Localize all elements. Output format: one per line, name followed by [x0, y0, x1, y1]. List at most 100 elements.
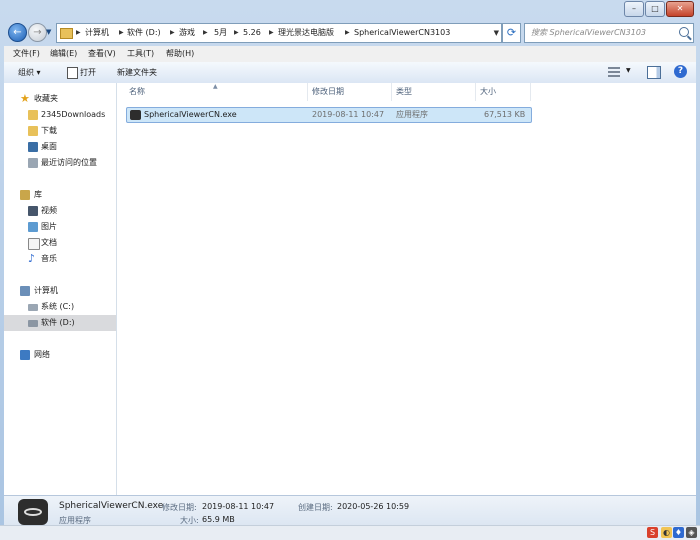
- menu-file[interactable]: 文件(F): [8, 46, 45, 62]
- details-created-value: 2020-05-26 10:59: [337, 502, 410, 511]
- sidebar-label: 2345Downloads: [41, 110, 106, 119]
- sidebar-item-drive-c[interactable]: 系统 (C:): [4, 299, 116, 315]
- sidebar-favorites[interactable]: ★ 收藏夹: [4, 91, 116, 107]
- music-icon: ♪: [28, 252, 36, 265]
- search-icon[interactable]: [679, 27, 689, 37]
- details-filename: SphericalViewerCN.exe: [59, 501, 164, 511]
- sidebar-item-music[interactable]: ♪ 音乐: [4, 251, 116, 267]
- organize-button[interactable]: 组织 ▾: [18, 62, 41, 83]
- drive-icon: [28, 304, 38, 311]
- breadcrumb-drive-d[interactable]: 软件 (D:): [127, 24, 161, 42]
- search-input[interactable]: 搜索 SphericalViewerCN3103: [531, 24, 646, 42]
- maximize-button[interactable]: □: [645, 1, 665, 17]
- sidebar-computer[interactable]: 计算机: [4, 283, 116, 299]
- download-folder-icon: [28, 126, 38, 136]
- close-button[interactable]: ✕: [666, 1, 694, 17]
- sidebar-libraries[interactable]: 库: [4, 187, 116, 203]
- file-name: SphericalViewerCN.exe: [144, 110, 237, 119]
- computer-icon: [20, 286, 30, 296]
- app-icon: [18, 499, 48, 525]
- chevron-right-icon: ▶: [170, 29, 175, 36]
- open-button[interactable]: 打开: [80, 62, 96, 83]
- breadcrumb-games[interactable]: 游戏: [179, 24, 195, 42]
- sidebar-label: 网络: [34, 350, 50, 359]
- breadcrumb-current-folder[interactable]: SphericalViewerCN3103: [354, 24, 450, 42]
- menu-tools[interactable]: 工具(T): [122, 46, 159, 62]
- document-icon: [28, 238, 40, 250]
- breadcrumb-may[interactable]: 5月: [214, 24, 227, 42]
- star-icon: ★: [20, 92, 30, 105]
- details-created-label: 创建日期:: [298, 503, 333, 512]
- address-dropdown-icon[interactable]: ▼: [494, 24, 499, 42]
- sidebar-item-documents[interactable]: 文档: [4, 235, 116, 251]
- details-modified-value: 2019-08-11 10:47: [202, 502, 275, 511]
- sogou-s-icon[interactable]: S: [647, 527, 658, 538]
- recent-places-icon: [28, 158, 38, 168]
- refresh-button[interactable]: ⟳: [502, 23, 521, 43]
- breadcrumb-computer[interactable]: 计算机: [85, 24, 109, 42]
- title-bar: – □ ✕: [0, 0, 700, 20]
- menu-view[interactable]: 查看(V): [83, 46, 121, 62]
- sidebar-item-downloads[interactable]: 下载: [4, 123, 116, 139]
- sidebar-label: 收藏夹: [34, 94, 58, 103]
- pictures-icon: [28, 222, 38, 232]
- sidebar-item-drive-d[interactable]: 软件 (D:): [4, 315, 116, 331]
- address-bar[interactable]: ▶ 计算机 ▶ 软件 (D:) ▶ 游戏 ▶ 5月 ▶ 5.26 ▶ 理光景达电…: [56, 23, 502, 43]
- navigation-bar: ← → ▼ ▶ 计算机 ▶ 软件 (D:) ▶ 游戏 ▶ 5月 ▶ 5.26 ▶…: [0, 20, 700, 44]
- desktop-icon: [28, 142, 38, 152]
- file-type: 应用程序: [396, 110, 428, 119]
- menu-edit[interactable]: 编辑(E): [45, 46, 82, 62]
- forward-button[interactable]: →: [28, 23, 47, 42]
- command-bar: 组织 ▾ 打开 新建文件夹 ▼ ?: [4, 62, 696, 84]
- moon-icon[interactable]: ◐: [661, 527, 672, 538]
- table-row[interactable]: SphericalViewerCN.exe 2019-08-11 10:47 应…: [126, 107, 532, 123]
- tray-app-icon[interactable]: ◈: [686, 527, 697, 538]
- help-icon[interactable]: ?: [674, 65, 687, 78]
- sidebar-label: 下载: [41, 126, 57, 135]
- column-header-type[interactable]: 类型: [392, 83, 476, 101]
- search-box[interactable]: 搜索 SphericalViewerCN3103: [524, 23, 694, 43]
- column-header-modified[interactable]: 修改日期: [308, 83, 392, 101]
- app-icon: [130, 110, 141, 120]
- view-options-icon[interactable]: [608, 67, 620, 77]
- chevron-down-icon[interactable]: ▼: [626, 67, 631, 74]
- sidebar-label: 库: [34, 190, 42, 199]
- chevron-right-icon: ▶: [76, 29, 81, 36]
- sidebar-item-pictures[interactable]: 图片: [4, 219, 116, 235]
- sidebar-label: 视频: [41, 206, 57, 215]
- chevron-right-icon: ▶: [269, 29, 274, 36]
- microphone-icon[interactable]: ♦: [673, 527, 684, 538]
- sidebar-item-desktop[interactable]: 桌面: [4, 139, 116, 155]
- sidebar-item-recent[interactable]: 最近访问的位置: [4, 155, 116, 171]
- sidebar-label: 最近访问的位置: [41, 158, 97, 167]
- menu-help[interactable]: 帮助(H): [161, 46, 199, 62]
- details-pane: SphericalViewerCN.exe 修改日期: 2019-08-11 1…: [4, 495, 696, 526]
- chevron-right-icon: ▶: [119, 29, 124, 36]
- back-button[interactable]: ←: [8, 23, 27, 42]
- taskbar-strip: S ◐ ♦ ◈: [0, 525, 700, 540]
- breadcrumb-theta-pc[interactable]: 理光景达电脑版: [278, 24, 334, 42]
- sort-ascending-icon: ▲: [213, 83, 218, 90]
- sidebar-network[interactable]: 网络: [4, 347, 116, 363]
- folder-icon: [28, 110, 38, 120]
- network-icon: [20, 350, 30, 360]
- folder-icon: [60, 28, 73, 39]
- sidebar-label: 音乐: [41, 254, 57, 263]
- new-folder-button[interactable]: 新建文件夹: [117, 62, 157, 83]
- minimize-button[interactable]: –: [624, 1, 644, 17]
- sidebar-label: 文档: [41, 238, 57, 247]
- preview-pane-icon[interactable]: [647, 66, 661, 79]
- open-icon: [67, 67, 78, 79]
- sidebar-label: 图片: [41, 222, 57, 231]
- chevron-right-icon: ▶: [234, 29, 239, 36]
- column-header-size[interactable]: 大小: [476, 83, 531, 101]
- sidebar-item-videos[interactable]: 视频: [4, 203, 116, 219]
- sidebar-label: 系统 (C:): [41, 302, 75, 311]
- breadcrumb-5-26[interactable]: 5.26: [243, 24, 261, 42]
- sidebar-item-2345downloads[interactable]: 2345Downloads: [4, 107, 116, 123]
- file-size: 67,513 KB: [484, 110, 526, 119]
- sidebar-label: 软件 (D:): [41, 318, 75, 327]
- sidebar-label: 计算机: [34, 286, 58, 295]
- history-dropdown-icon[interactable]: ▼: [46, 28, 51, 36]
- video-icon: [28, 206, 38, 216]
